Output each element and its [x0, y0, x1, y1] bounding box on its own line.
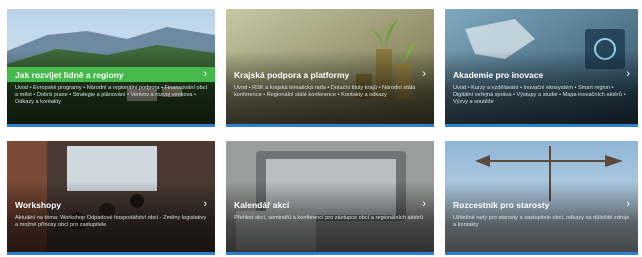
chevron-right-icon: ›	[203, 68, 207, 80]
card-regions[interactable]: Jak rozvíjet lidně a regiony › Úvod • Ev…	[7, 9, 215, 127]
card-title-bar: Akademie pro inovace ›	[445, 67, 638, 82]
card-calendar[interactable]: Kalendář akcí › Přehled akcí, seminářů a…	[226, 141, 434, 255]
card-title-bar: Rozcestník pro starosty ›	[445, 197, 638, 212]
chevron-right-icon: ›	[422, 198, 426, 210]
card-innovation-academy[interactable]: Akademie pro inovace › Úvod • Kurzy a vz…	[445, 9, 638, 127]
card-title-bar: Jak rozvíjet lidně a regiony ›	[7, 67, 215, 82]
card-mayors-guide[interactable]: Rozcestník pro starosty › Užitečné rady …	[445, 141, 638, 255]
card-title: Jak rozvíjet lidně a regiony	[15, 69, 124, 80]
card-title: Rozcestník pro starosty	[453, 199, 550, 210]
card-accent-bar	[7, 252, 215, 255]
card-title-bar: Krajská podpora a platformy ›	[226, 67, 434, 82]
card-title: Krajská podpora a platformy	[234, 69, 350, 80]
card-title-bar: Workshopy ›	[7, 197, 215, 212]
chevron-right-icon: ›	[626, 198, 630, 210]
chevron-right-icon: ›	[422, 68, 426, 80]
card-description: Užitečné rady pro starosty a zastupitele…	[453, 215, 630, 229]
card-accent-bar	[226, 124, 434, 127]
card-regional-support[interactable]: Krajská podpora a platformy › Úvod • RSK…	[226, 9, 434, 127]
card-description: Úvod • Evropské programy • Národní a reg…	[15, 85, 208, 106]
chevron-right-icon: ›	[626, 68, 630, 80]
card-description: Úvod • RSK a krajská tematická rada • Do…	[234, 85, 416, 99]
card-accent-bar	[7, 124, 215, 127]
card-title: Akademie pro inovace	[453, 69, 544, 80]
card-description: Úvod • Kurzy a vzdělávání • Inovační eko…	[453, 85, 626, 106]
card-title-bar: Kalendář akcí ›	[226, 197, 434, 212]
card-title: Workshopy	[15, 199, 62, 210]
card-description: Přehled akcí, seminářů a konferencí pro …	[234, 215, 424, 221]
chevron-right-icon: ›	[203, 198, 207, 210]
card-description: Aktuální na téma: Workshop Odpadové hosp…	[15, 215, 207, 229]
card-workshops[interactable]: Workshopy › Aktuální na téma: Workshop O…	[7, 141, 215, 255]
card-accent-bar	[445, 252, 638, 255]
card-accent-bar	[226, 252, 434, 255]
card-accent-bar	[445, 124, 638, 127]
card-title: Kalendář akcí	[234, 199, 290, 210]
